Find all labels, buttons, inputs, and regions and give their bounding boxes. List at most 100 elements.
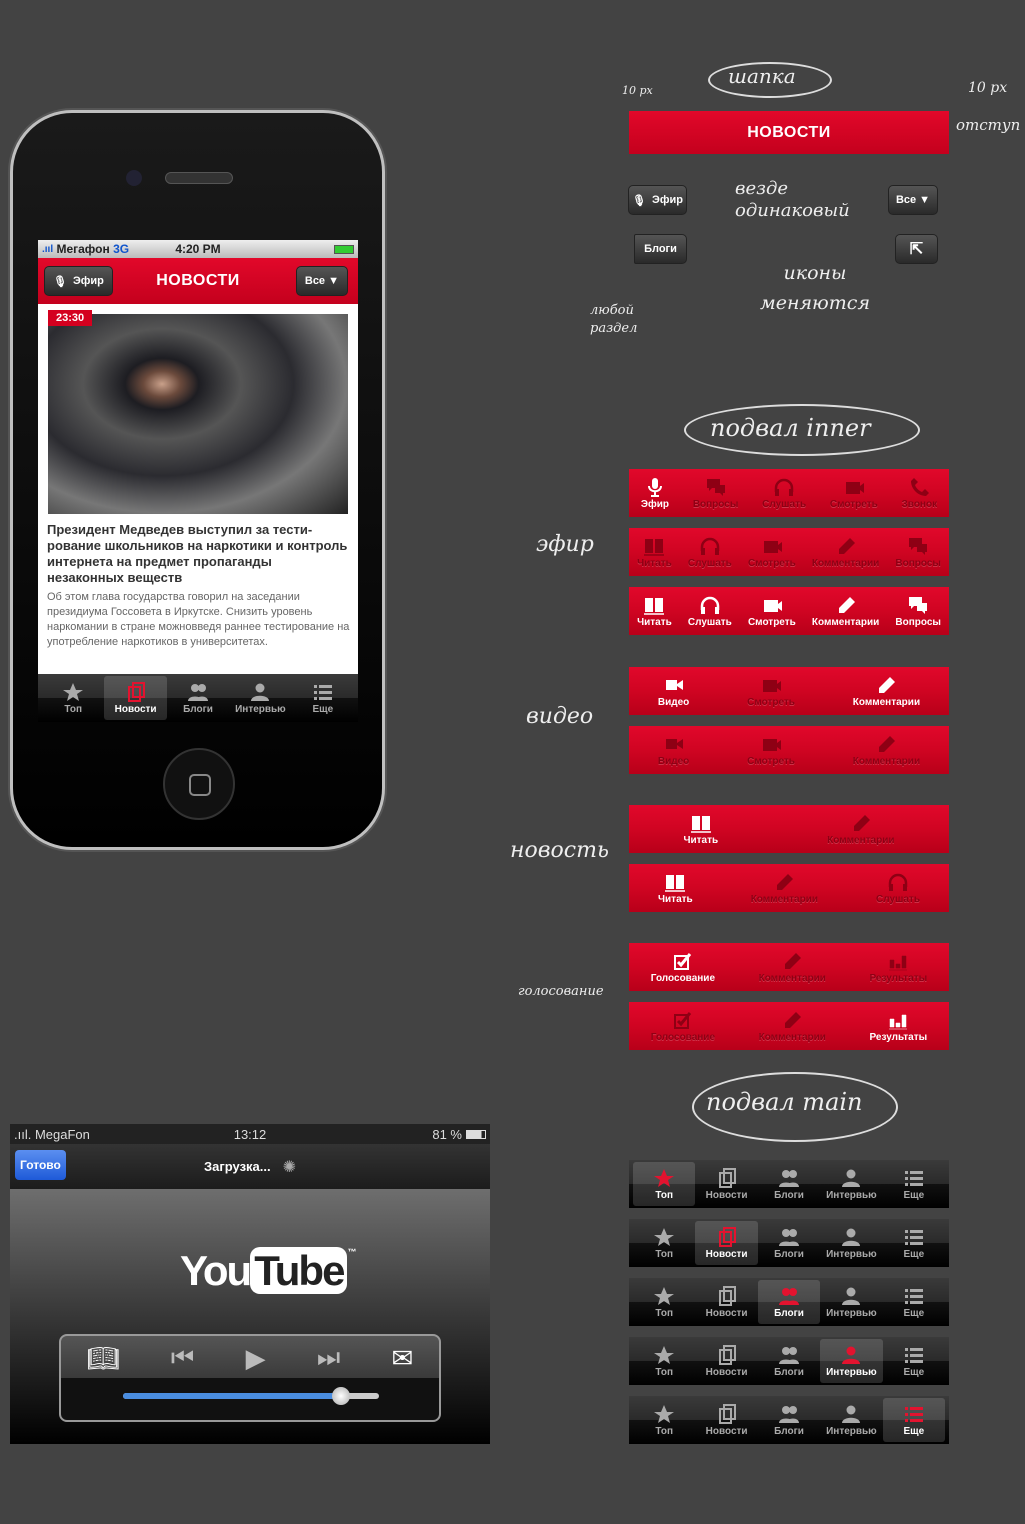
tab-list[interactable]: Еще (883, 1162, 945, 1206)
video-icon (665, 679, 683, 690)
toolbar-item-pencil[interactable]: Комментарии (751, 872, 818, 905)
mail-icon[interactable]: ✉ (392, 1343, 414, 1374)
toolbar-item-pencil[interactable]: Комментарии (812, 595, 879, 628)
toolbar-item-chat[interactable]: Вопросы (895, 595, 941, 628)
toolbar-item-chat[interactable]: Вопросы (693, 477, 738, 510)
tab-star[interactable]: Топ (633, 1221, 695, 1265)
tab-person[interactable]: Интервью (820, 1221, 882, 1265)
efir-button[interactable]: 🎙︎ Эфир (44, 266, 113, 296)
tab-docs[interactable]: Новости (695, 1339, 757, 1383)
toolbar-item-label: Слушать (687, 616, 732, 628)
efir-button-spec[interactable]: 🎙︎ Эфир (628, 185, 687, 215)
toolbar-item-book[interactable]: Читать (637, 595, 672, 628)
tab-docs[interactable]: Новости (695, 1221, 758, 1265)
toolbar-item-label: Смотреть (747, 696, 795, 708)
back-button-blogs[interactable]: Блоги (634, 234, 687, 264)
toolbar-item-headphones[interactable]: Слушать (688, 536, 732, 569)
previous-icon[interactable]: ⏮︎ (171, 1342, 194, 1374)
toolbar-item-pencil[interactable]: Комментарии (853, 675, 920, 708)
home-button[interactable] (163, 748, 235, 820)
tab-list[interactable]: Еще (292, 676, 354, 720)
tab-list[interactable]: Еще (882, 1398, 946, 1442)
done-button[interactable]: Готово (15, 1150, 66, 1180)
toolbar-item-label: Смотреть (747, 557, 796, 569)
tab-star[interactable]: Топ (633, 1280, 695, 1324)
volume-slider[interactable] (123, 1387, 379, 1405)
slider-thumb[interactable] (331, 1387, 350, 1405)
tab-people[interactable]: Блоги (758, 1162, 820, 1206)
tab-star[interactable]: Топ (633, 1339, 695, 1383)
tab-people[interactable]: Блоги (758, 1221, 820, 1265)
bookmarks-icon[interactable]: 📖︎ (87, 1343, 120, 1374)
list-icon (904, 1406, 923, 1422)
tab-person[interactable]: Интервью (820, 1398, 882, 1442)
book-icon (665, 874, 686, 892)
toolbar-item-book[interactable]: Читать (637, 536, 672, 569)
toolbar-item-pencil[interactable]: Комментарии (853, 734, 920, 767)
tab-people[interactable]: Блоги (758, 1398, 820, 1442)
tab-docs[interactable]: Новости (695, 1162, 757, 1206)
tab-people[interactable]: Блоги (167, 676, 229, 720)
tab-bar: Топ Новости Блоги Интервью Еще (38, 674, 358, 722)
pencil-icon (853, 814, 870, 831)
camera-icon (763, 540, 782, 553)
toolbar-item-label: Видео (657, 755, 690, 767)
toolbar-item-label: Комментарии (827, 834, 895, 846)
toolbar-item-mic[interactable]: Эфир (641, 477, 669, 510)
header-spec: НОВОСТИ (629, 111, 949, 154)
toolbar-item-camera[interactable]: Смотреть (748, 536, 796, 569)
toolbar-item-pencil[interactable]: Комментарии (759, 951, 826, 984)
toolbar-item-video[interactable]: Видео (658, 675, 689, 708)
toolbar-item-video[interactable]: Видео (658, 734, 689, 767)
tab-person[interactable]: Интервью (229, 676, 291, 720)
next-icon[interactable]: ⏭︎ (317, 1342, 340, 1374)
toolbar-item-check[interactable]: Голосование (651, 951, 715, 984)
toolbar-item-chat[interactable]: Вопросы (895, 536, 941, 569)
toolbar-item-bars[interactable]: Результаты (870, 951, 927, 984)
headphones-icon (888, 873, 908, 891)
toolbar-item-phone[interactable]: Звонок (902, 477, 937, 510)
tab-star[interactable]: Топ (42, 676, 104, 720)
tab-docs[interactable]: Новости (695, 1398, 757, 1442)
article-body: Об этом глава государства говорил на зас… (47, 591, 350, 648)
toolbar-item-camera[interactable]: Смотреть (747, 675, 795, 708)
toolbar-item-headphones[interactable]: Слушать (876, 872, 920, 905)
tab-label: Интервью (235, 703, 286, 715)
toolbar-item-headphones[interactable]: Слушать (688, 595, 732, 628)
toolbar-item-headphones[interactable]: Слушать (762, 477, 806, 510)
main-tab-bar: Топ Новости Блоги Интервью Еще (629, 1219, 949, 1267)
tab-docs[interactable]: Новости (695, 1280, 757, 1324)
tab-people[interactable]: Блоги (758, 1339, 820, 1383)
tab-person[interactable]: Интервью (820, 1280, 882, 1324)
toolbar-item-pencil[interactable]: Комментарии (812, 536, 879, 569)
tab-person[interactable]: Интервью (820, 1339, 883, 1383)
tab-list[interactable]: Еще (883, 1280, 945, 1324)
toolbar-item-camera[interactable]: Смотреть (747, 734, 795, 767)
toolbar-item-camera[interactable]: Смотреть (748, 595, 796, 628)
note-shapka: шапка (728, 64, 796, 88)
article-title[interactable]: Президент Медведев выступил за тести­ров… (47, 522, 351, 586)
share-icon[interactable]: ⇱ (895, 234, 938, 264)
toolbar-item-check[interactable]: Голосование (651, 1010, 715, 1043)
docs-icon (718, 1344, 736, 1365)
article-photo[interactable] (48, 314, 348, 514)
toolbar-item-book[interactable]: Читать (683, 813, 718, 846)
toolbar-item-book[interactable]: Читать (658, 872, 693, 905)
tab-star[interactable]: Топ (633, 1398, 695, 1442)
toolbar-item-bars[interactable]: Результаты (870, 1010, 927, 1043)
pencil-icon (838, 537, 855, 554)
toolbar-item-pencil[interactable]: Комментарии (827, 813, 895, 846)
play-icon[interactable]: ▶ (246, 1343, 266, 1374)
tab-person[interactable]: Интервью (820, 1162, 882, 1206)
toolbar-item-pencil[interactable]: Комментарии (759, 1010, 826, 1043)
star-icon (654, 1227, 675, 1246)
tab-star[interactable]: Топ (633, 1162, 696, 1206)
all-dropdown-spec[interactable]: Все ▼ (888, 185, 938, 215)
tab-docs[interactable]: Новости (104, 676, 167, 720)
tab-label: Новости (705, 1366, 748, 1378)
toolbar-item-camera[interactable]: Смотреть (830, 477, 878, 510)
filter-dropdown[interactable]: Все ▼ (295, 266, 348, 296)
tab-list[interactable]: Еще (883, 1221, 945, 1265)
tab-people[interactable]: Блоги (757, 1280, 821, 1324)
tab-list[interactable]: Еще (883, 1339, 945, 1383)
